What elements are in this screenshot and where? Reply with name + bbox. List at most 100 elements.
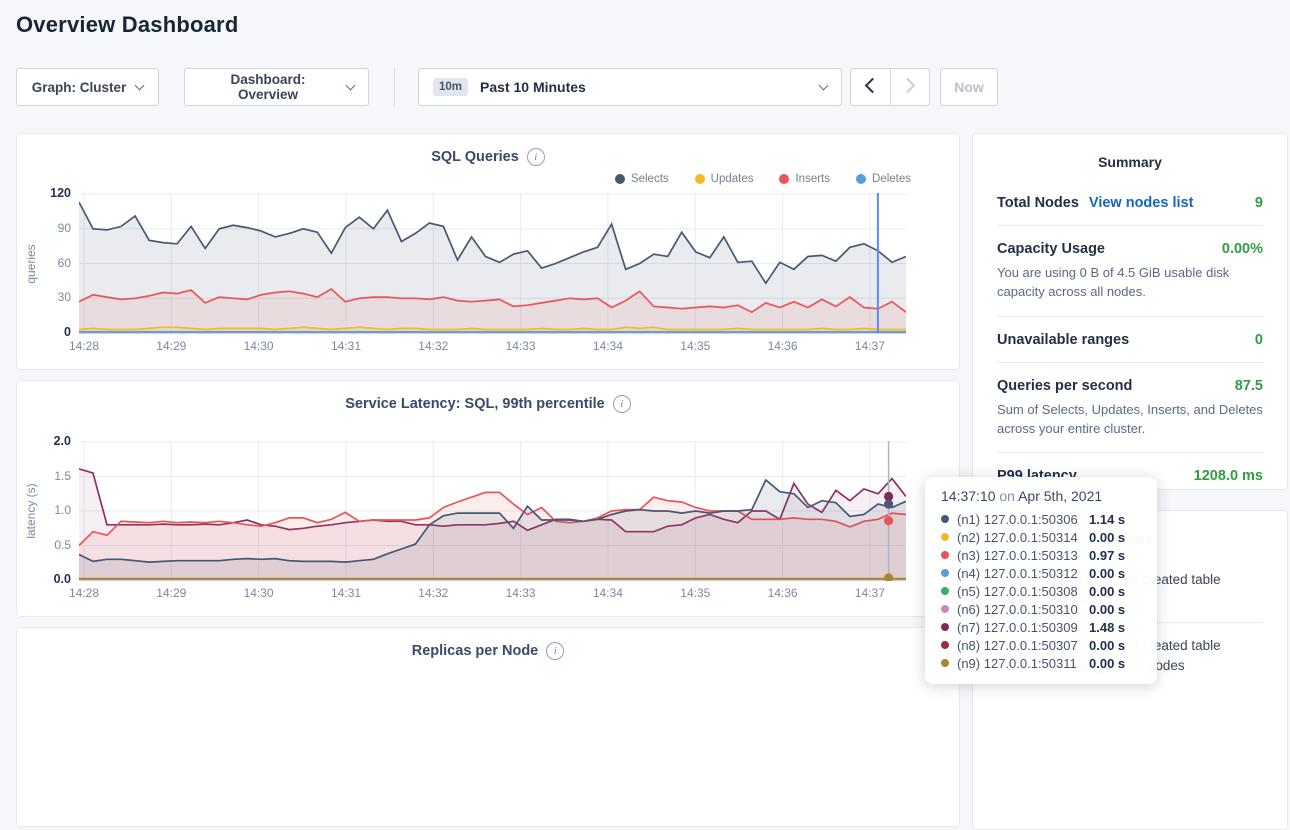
controls-divider bbox=[394, 68, 395, 106]
x-tick-label: 14:32 bbox=[411, 339, 455, 353]
tooltip-node-row: (n4) 127.0.0.1:503120.00 s bbox=[941, 564, 1141, 582]
y-tick-label: 2.0 bbox=[33, 434, 71, 448]
summary-row-1: Capacity Usage0.00% You are using 0 B of … bbox=[997, 225, 1263, 316]
chart-title: SQL Queries bbox=[431, 149, 519, 165]
summary-row-0: Total Nodes View nodes list 9 bbox=[997, 180, 1263, 225]
time-prev-button[interactable] bbox=[851, 69, 891, 105]
time-range-dropdown[interactable]: 10m Past 10 Minutes bbox=[418, 68, 842, 106]
time-next-button[interactable] bbox=[891, 69, 930, 105]
x-tick-label: 14:35 bbox=[673, 339, 717, 353]
x-tick-label: 14:32 bbox=[411, 586, 455, 600]
x-tick-label: 14:29 bbox=[149, 339, 193, 353]
summary-label: Unavailable ranges bbox=[997, 332, 1129, 348]
legend-item-inserts[interactable]: Inserts bbox=[779, 173, 830, 185]
series-dot-icon bbox=[941, 605, 949, 613]
series-dot-icon bbox=[941, 533, 949, 541]
x-tick-label: 14:28 bbox=[62, 586, 106, 600]
tooltip-node-value: 0.97 s bbox=[1089, 548, 1141, 563]
tooltip-node-value: 1.14 s bbox=[1089, 512, 1141, 527]
series-dot-icon bbox=[941, 587, 949, 595]
info-icon[interactable] bbox=[546, 642, 564, 660]
summary-value: 87.5 bbox=[1235, 378, 1263, 394]
legend-dot-icon bbox=[615, 174, 625, 184]
tooltip-node-label: (n8) 127.0.0.1:50307 bbox=[957, 638, 1089, 653]
summary-label: Total Nodes bbox=[997, 195, 1079, 211]
chart-title: Replicas per Node bbox=[412, 643, 539, 659]
now-button[interactable]: Now bbox=[940, 68, 998, 106]
legend-item-deletes[interactable]: Deletes bbox=[856, 173, 911, 185]
summary-row-head: Queries per second87.5 bbox=[997, 378, 1263, 394]
plot-0-svg bbox=[79, 193, 906, 334]
x-tick-label: 14:31 bbox=[324, 586, 368, 600]
y-tick-label: 120 bbox=[33, 186, 71, 200]
tooltip-node-label: (n6) 127.0.0.1:50310 bbox=[957, 602, 1089, 617]
tooltip-on-word: on bbox=[999, 488, 1015, 504]
summary-title: Summary bbox=[997, 154, 1263, 170]
tooltip-node-label: (n9) 127.0.0.1:50311 bbox=[957, 656, 1089, 671]
y-tick-label: 1.5 bbox=[33, 469, 71, 483]
x-tick-label: 14:30 bbox=[237, 586, 281, 600]
summary-row-3: Queries per second87.5 Sum of Selects, Up… bbox=[997, 362, 1263, 453]
summary-desc: Sum of Selects, Updates, Inserts, and De… bbox=[997, 401, 1263, 439]
y-tick-label: 90 bbox=[33, 221, 71, 235]
service-latency-title-row: Service Latency: SQL, 99th percentile bbox=[17, 395, 959, 413]
legend-label: Inserts bbox=[795, 173, 830, 185]
tooltip-node-value: 0.00 s bbox=[1089, 602, 1141, 617]
x-tick-label: 14:34 bbox=[586, 339, 630, 353]
dashboard-dropdown[interactable]: Dashboard: Overview bbox=[184, 68, 369, 106]
y-tick-label: 30 bbox=[33, 290, 71, 304]
tooltip-node-row: (n7) 127.0.0.1:503091.48 s bbox=[941, 618, 1141, 636]
tooltip-node-label: (n3) 127.0.0.1:50313 bbox=[957, 548, 1089, 563]
x-tick-label: 14:37 bbox=[848, 339, 892, 353]
summary-link[interactable]: View nodes list bbox=[1089, 195, 1194, 211]
page-title: Overview Dashboard bbox=[16, 12, 238, 38]
x-tick-label: 14:33 bbox=[499, 586, 543, 600]
chevron-down-icon bbox=[135, 81, 145, 91]
tooltip-node-value: 0.00 s bbox=[1089, 638, 1141, 653]
tooltip-node-row: (n8) 127.0.0.1:503070.00 s bbox=[941, 636, 1141, 654]
chart-title: Service Latency: SQL, 99th percentile bbox=[345, 396, 605, 412]
sql-queries-legend: Selects Updates Inserts Deletes bbox=[615, 173, 911, 185]
legend-dot-icon bbox=[856, 174, 866, 184]
hover-point-dot bbox=[884, 516, 893, 525]
tooltip-node-row: (n5) 127.0.0.1:503080.00 s bbox=[941, 582, 1141, 600]
x-tick-label: 14:36 bbox=[761, 339, 805, 353]
summary-desc: You are using 0 B of 4.5 GiB usable disk… bbox=[997, 264, 1263, 302]
chevron-right-icon bbox=[900, 78, 916, 94]
tooltip-node-label: (n2) 127.0.0.1:50314 bbox=[957, 530, 1089, 545]
legend-item-selects[interactable]: Selects bbox=[615, 173, 669, 185]
summary-rows: Total Nodes View nodes list 9 Capacity Usag… bbox=[997, 180, 1263, 498]
summary-value: 0 bbox=[1255, 332, 1263, 348]
x-tick-label: 14:35 bbox=[673, 586, 717, 600]
x-tick-label: 14:37 bbox=[848, 586, 892, 600]
tooltip-timestamp: 14:37:10 on Apr 5th, 2021 bbox=[941, 488, 1141, 504]
time-range-badge: 10m bbox=[433, 78, 468, 96]
legend-item-updates[interactable]: Updates bbox=[695, 173, 754, 185]
tooltip-date: Apr 5th, 2021 bbox=[1018, 488, 1102, 504]
series-dot-icon bbox=[941, 551, 949, 559]
legend-label: Deletes bbox=[872, 173, 911, 185]
y-tick-label: 1.0 bbox=[33, 503, 71, 517]
chart-hover-tooltip: 14:37:10 on Apr 5th, 2021 (n1) 127.0.0.1… bbox=[925, 477, 1157, 684]
tooltip-node-value: 0.00 s bbox=[1089, 566, 1141, 581]
service-latency-plot[interactable]: 14:2814:2914:3014:3114:3214:3314:3414:35… bbox=[79, 441, 906, 581]
x-tick-label: 14:29 bbox=[149, 586, 193, 600]
tooltip-node-row: (n3) 127.0.0.1:503130.97 s bbox=[941, 546, 1141, 564]
info-icon[interactable] bbox=[613, 395, 631, 413]
tooltip-node-value: 0.00 s bbox=[1089, 656, 1141, 671]
info-icon[interactable] bbox=[527, 148, 545, 166]
graph-dropdown-label: Graph: Cluster bbox=[32, 80, 127, 95]
sql-queries-plot[interactable]: 14:2814:2914:3014:3114:3214:3314:3414:35… bbox=[79, 193, 906, 334]
x-tick-label: 14:30 bbox=[237, 339, 281, 353]
x-tick-label: 14:31 bbox=[324, 339, 368, 353]
dashboard-dropdown-label: Dashboard: Overview bbox=[199, 72, 337, 102]
service-latency-card: Service Latency: SQL, 99th percentile la… bbox=[16, 380, 960, 617]
hover-point-dot bbox=[884, 500, 893, 509]
time-step-group bbox=[850, 68, 930, 106]
summary-row-head: Total Nodes View nodes list 9 bbox=[997, 195, 1263, 211]
summary-row-head: Capacity Usage0.00% bbox=[997, 241, 1263, 257]
graph-dropdown[interactable]: Graph: Cluster bbox=[16, 68, 159, 106]
summary-value: 9 bbox=[1255, 195, 1263, 211]
x-tick-label: 14:28 bbox=[62, 339, 106, 353]
series-dot-icon bbox=[941, 569, 949, 577]
